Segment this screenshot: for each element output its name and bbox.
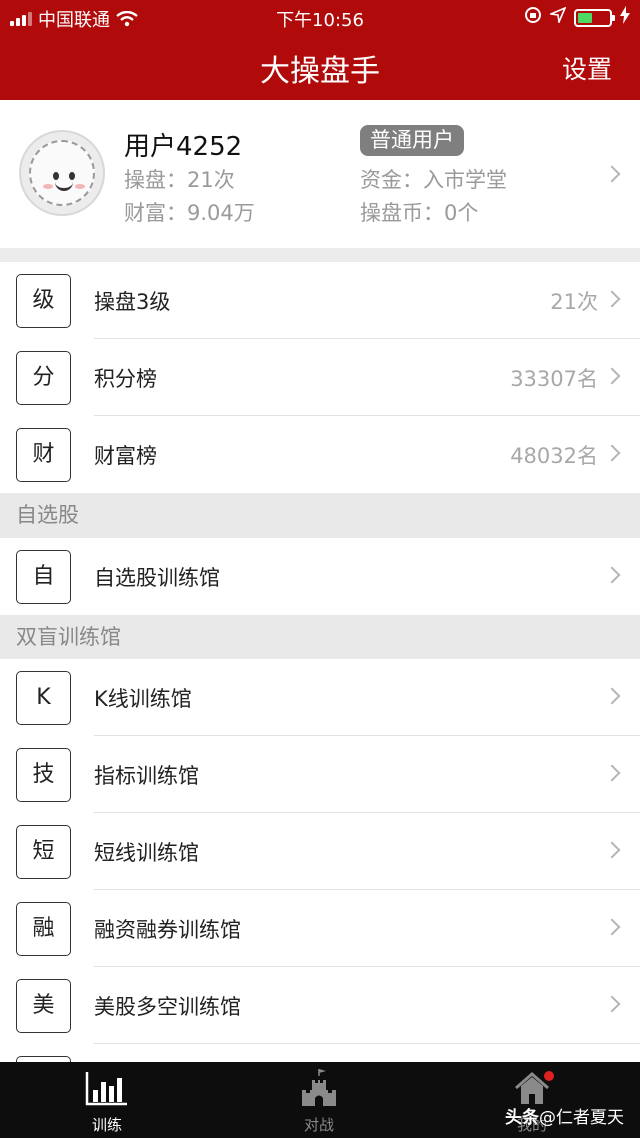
chevron-right-icon [603,764,621,782]
margin-icon: 融 [16,902,71,956]
level-icon: 级 [16,274,71,328]
list-item-indicator-gym[interactable]: 技 指标训练馆 [0,736,640,813]
chevron-right-icon [603,995,621,1013]
rotation-lock-icon [524,6,542,29]
battery-icon [574,8,615,27]
notification-dot [544,1071,554,1081]
chevron-right-icon [603,290,621,308]
watermark-handle: @仁者夏天 [539,1108,624,1128]
kline-icon: K [16,671,71,725]
username: 用户4252 [124,132,243,162]
list-item-label: K线训练馆 [94,687,192,711]
tab-label: 训练 [91,1116,122,1134]
list-item-value: 33307名 [510,367,598,391]
fund-value: 资金：入市学堂 [360,168,507,192]
watermark-brand: 头条 [505,1108,539,1128]
list-item-kline-gym[interactable]: K K线训练馆 [0,659,640,736]
list-item-value: 21次 [550,290,598,314]
list-item-value: 48032名 [510,444,598,468]
tab-training[interactable]: 训练 [47,1062,167,1138]
list-item-watchlist-gym[interactable]: 自 自选股训练馆 [0,538,640,615]
trade-count: 操盘：21次 [124,168,235,192]
list-item-label: 融资融券训练馆 [94,918,241,942]
list-item-shortterm-gym[interactable]: 短 短线训练馆 [0,813,640,890]
list-item-points-ranking[interactable]: 分 积分榜 33307名 [0,339,640,416]
home-icon [515,1071,554,1104]
user-level-badge: 普通用户 [360,125,464,156]
profile-card[interactable]: 用户4252 普通用户 操盘：21次 财富：9.04万 资金：入市学堂 操盘币：… [0,100,640,248]
spacer [0,248,640,262]
wealth-icon: 财 [16,428,71,482]
avatar [19,130,105,216]
points-icon: 分 [16,351,71,405]
tab-label: 对战 [303,1116,334,1134]
chevron-right-icon [603,566,621,584]
chevron-right-icon [603,918,621,936]
list-item-wealth-ranking[interactable]: 财 财富榜 48032名 [0,416,640,493]
chevron-right-icon [603,165,621,183]
chevron-right-icon [603,367,621,385]
indicator-icon: 技 [16,748,71,802]
section-header-blind-training: 双盲训练馆 [0,615,640,659]
us-stock-icon: 美 [16,979,71,1033]
list-item-label: 积分榜 [94,367,157,391]
list-item-margin-gym[interactable]: 融 融资融券训练馆 [0,890,640,967]
chevron-right-icon [603,687,621,705]
list-item-level[interactable]: 级 操盘3级 21次 [0,262,640,339]
page-title: 大操盘手 [260,54,380,89]
section-header-watchlist: 自选股 [0,493,640,538]
app-header: 中国联通 下午10:56 大操盘手 设置 [0,0,640,100]
wealth-value: 财富：9.04万 [124,201,255,225]
shortterm-icon: 短 [16,825,71,879]
list-item-label: 美股多空训练馆 [94,995,241,1019]
list-item-label: 操盘3级 [94,290,171,314]
list-item-label: 短线训练馆 [94,841,199,865]
watchlist-icon: 自 [16,550,71,604]
status-bar: 中国联通 下午10:56 [0,0,640,34]
watermark: 头条@仁者夏天 [505,1103,624,1128]
bar-chart-icon [85,1072,127,1106]
list-item-label: 自选股训练馆 [94,566,220,590]
location-icon [548,6,567,28]
tab-battle[interactable]: 对战 [259,1062,379,1138]
list-item-us-stock-gym[interactable]: 美 美股多空训练馆 [0,967,640,1044]
settings-button[interactable]: 设置 [562,50,612,86]
chevron-right-icon [603,841,621,859]
chevron-right-icon [603,444,621,462]
list-item-label: 指标训练馆 [94,764,199,788]
list-item-partial[interactable] [0,1044,640,1062]
coin-count: 操盘币：0个 [360,201,479,225]
charging-icon [620,6,630,29]
castle-icon [302,1069,336,1106]
list-item-label: 财富榜 [94,444,157,468]
